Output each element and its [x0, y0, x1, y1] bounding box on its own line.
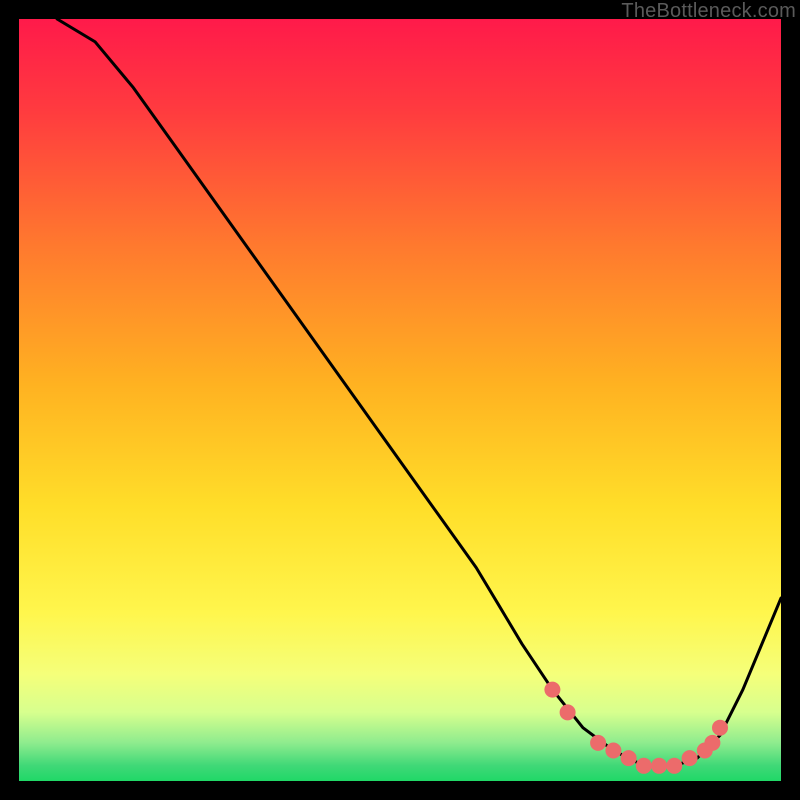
- curve-marker: [651, 758, 667, 774]
- curve-marker: [682, 750, 698, 766]
- gradient-background: [19, 19, 781, 781]
- curve-marker: [712, 720, 728, 736]
- curve-marker: [560, 704, 576, 720]
- attribution-label: TheBottleneck.com: [621, 0, 800, 23]
- curve-marker: [590, 735, 606, 751]
- curve-marker: [704, 735, 720, 751]
- curve-marker: [636, 758, 652, 774]
- curve-marker: [621, 750, 637, 766]
- chart-frame: [19, 19, 781, 781]
- curve-marker: [605, 743, 621, 759]
- chart-plot: [19, 19, 781, 781]
- curve-marker: [544, 682, 560, 698]
- curve-marker: [666, 758, 682, 774]
